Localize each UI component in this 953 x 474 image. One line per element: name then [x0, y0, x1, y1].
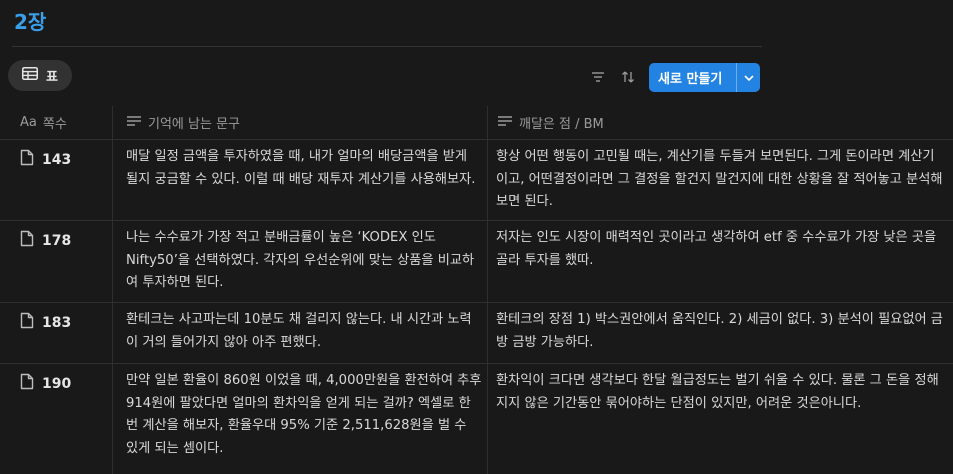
- text-type-icon: Aa: [20, 115, 37, 130]
- insight-cell[interactable]: 저자는 인도 시장이 매력적인 곳이라고 생각하여 etf 중 수수료가 가장 …: [496, 227, 946, 272]
- filter-icon[interactable]: [587, 66, 609, 88]
- table-row[interactable]: 178 나는 수수료가 가장 적고 분배금률이 높은 ‘KODEX 인도 Nif…: [0, 221, 953, 303]
- page-number: 143: [42, 151, 72, 168]
- table-icon: [22, 67, 38, 84]
- column-label: 깨달은 점 / BM: [519, 117, 604, 132]
- cell-divider: [112, 303, 113, 363]
- quote-cell[interactable]: 환테크는 사고파는데 10분도 채 걸리지 않는다. 내 시간과 노력이 거의 …: [126, 309, 482, 354]
- page-document-icon: [20, 230, 34, 251]
- quote-cell[interactable]: 만약 일본 환율이 860원 이었을 때, 4,000만원을 환전하여 추후 9…: [126, 370, 482, 460]
- column-label: 기억에 남는 문구: [148, 117, 240, 132]
- table-row[interactable]: 190 만약 일본 환율이 860원 이었을 때, 4,000만원을 환전하여 …: [0, 364, 953, 474]
- page-title: 2장: [14, 10, 47, 34]
- cell-divider: [487, 221, 488, 302]
- database-table: Aa 쪽수 기억에 남는 문구 깨달은 점 / BM 143 매달 일정 금액을…: [0, 106, 953, 474]
- sort-icon[interactable]: [617, 66, 639, 88]
- insight-cell[interactable]: 환테크의 장점 1) 박스권안에서 움직인다. 2) 세금이 없다. 3) 분석…: [496, 309, 946, 354]
- quote-cell[interactable]: 나는 수수료가 가장 적고 분배금률이 높은 ‘KODEX 인도 Nifty50…: [126, 227, 482, 295]
- page-document-icon: [20, 149, 34, 170]
- column-divider[interactable]: [487, 106, 488, 139]
- page-cell[interactable]: 143: [20, 149, 71, 170]
- cell-divider: [112, 221, 113, 302]
- text-lines-icon: [126, 115, 142, 131]
- new-entry-button[interactable]: 새로 만들기: [649, 63, 760, 92]
- title-divider: [12, 46, 762, 47]
- page-document-icon: [20, 312, 34, 333]
- quote-cell[interactable]: 매달 일정 금액을 투자하였을 때, 내가 얼마의 배당금액을 받게 될지 궁금…: [126, 146, 482, 191]
- cell-divider: [112, 364, 113, 474]
- insight-cell[interactable]: 항상 어떤 행동이 고민될 때는, 계산기를 두들겨 보면된다. 그게 돈이라면…: [496, 146, 946, 214]
- table-row[interactable]: 183 환테크는 사고파는데 10분도 채 걸리지 않는다. 내 시간과 노력이…: [0, 303, 953, 364]
- column-header-insight[interactable]: 깨달은 점 / BM: [497, 106, 604, 139]
- table-row[interactable]: 143 매달 일정 금액을 투자하였을 때, 내가 얼마의 배당금액을 받게 될…: [0, 140, 953, 221]
- cell-divider: [487, 364, 488, 474]
- cell-divider: [112, 140, 113, 220]
- cell-divider: [487, 303, 488, 363]
- view-tab-label: 표: [46, 70, 58, 85]
- insight-cell[interactable]: 환차익이 크다면 생각보다 한달 월급정도는 벌기 쉬울 수 있다. 물론 그 …: [496, 370, 946, 415]
- cell-divider: [487, 140, 488, 220]
- view-tab-table[interactable]: 표: [8, 60, 72, 91]
- page-cell[interactable]: 178: [20, 230, 71, 251]
- column-label: 쪽수: [42, 117, 67, 132]
- chevron-down-icon[interactable]: [737, 74, 760, 82]
- page-cell[interactable]: 190: [20, 373, 71, 394]
- new-entry-button-label: 새로 만들기: [658, 72, 723, 87]
- column-divider[interactable]: [112, 106, 113, 139]
- text-lines-icon: [497, 115, 513, 131]
- table-header: Aa 쪽수 기억에 남는 문구 깨달은 점 / BM: [0, 106, 953, 140]
- column-header-quote[interactable]: 기억에 남는 문구: [126, 106, 240, 139]
- page-number: 190: [42, 375, 72, 392]
- page-document-icon: [20, 373, 34, 394]
- column-header-page[interactable]: Aa 쪽수: [20, 106, 67, 139]
- page-cell[interactable]: 183: [20, 312, 71, 333]
- page-number: 178: [42, 232, 72, 249]
- page-number: 183: [42, 314, 72, 331]
